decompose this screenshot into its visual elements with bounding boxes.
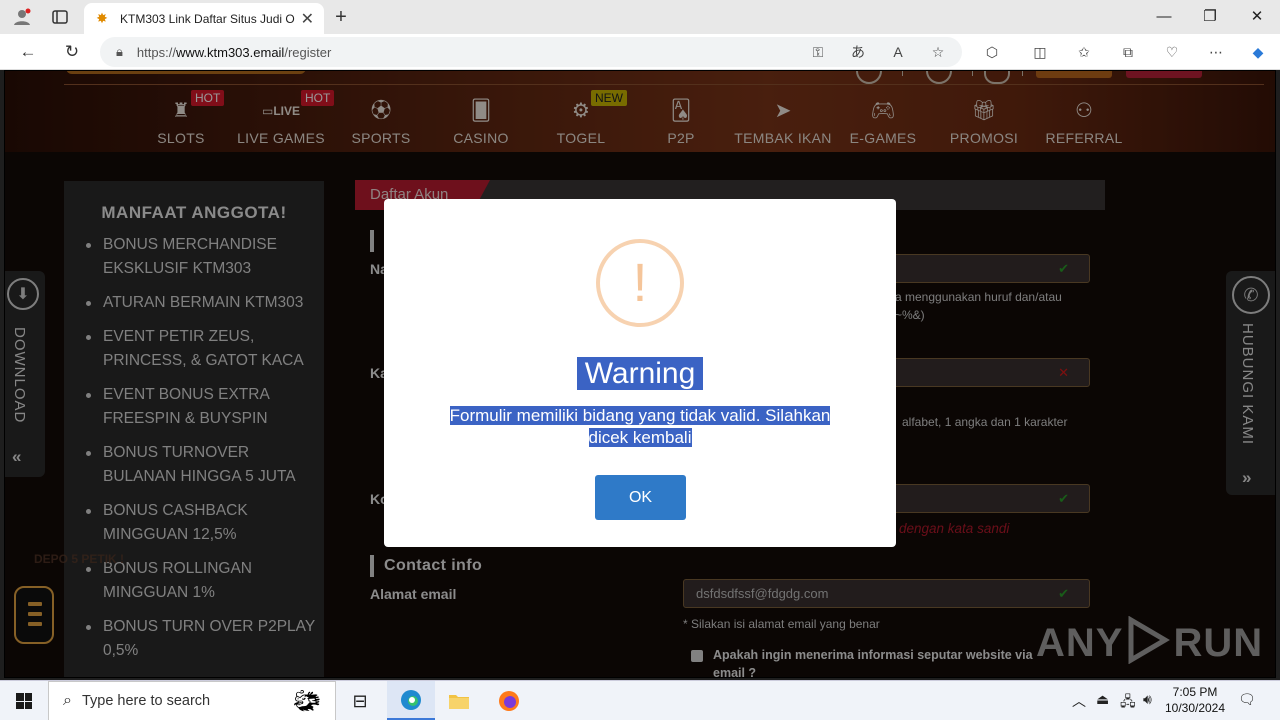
anyrun-watermark: ANY RUN bbox=[1036, 616, 1263, 666]
volume-icon[interactable]: 🔊︎ bbox=[1143, 691, 1152, 708]
new-tab-button[interactable]: + bbox=[327, 5, 355, 29]
split-screen-icon[interactable]: ◫ bbox=[1028, 40, 1052, 64]
tab-actions-icon[interactable] bbox=[46, 5, 74, 29]
clock-date: 10/30/2024 bbox=[1164, 701, 1226, 715]
dialog-message: Formulir memiliki bidang yang tidak vali… bbox=[449, 406, 831, 447]
lock-icon: 🔒︎ bbox=[116, 44, 123, 59]
dialog-title: Warning bbox=[384, 357, 896, 391]
address-bar[interactable]: 🔒︎ https://www.ktm303.email/register bbox=[100, 37, 962, 67]
profile-icon[interactable] bbox=[8, 5, 36, 29]
windows-logo-icon bbox=[16, 693, 32, 709]
warning-dialog: ! Warning Formulir memiliki bidang yang … bbox=[384, 199, 896, 547]
tab-title: KTM303 Link Daftar Situs Judi Online bbox=[120, 11, 295, 26]
task-view-icon[interactable]: ⊟ bbox=[336, 681, 384, 720]
read-aloud-icon[interactable]: A bbox=[886, 40, 910, 64]
system-clock[interactable]: 7:05 PM 10/30/2024 bbox=[1160, 684, 1230, 716]
favorite-star-icon[interactable]: ☆ bbox=[926, 40, 950, 64]
search-icon: ⌕ bbox=[63, 692, 72, 709]
site-favicon-icon: ✸ bbox=[96, 10, 108, 26]
back-arrow-icon[interactable]: ← bbox=[14, 39, 42, 65]
warning-icon: ! bbox=[596, 239, 684, 327]
firefox-icon[interactable] bbox=[485, 681, 533, 720]
ok-button[interactable]: OK bbox=[595, 475, 686, 520]
collections-icon[interactable]: ⧉ bbox=[1116, 40, 1140, 64]
web-page: ♜ SLOTS HOT ▭LIVE LIVE GAMES HOT ⚽︎ SPOR… bbox=[4, 70, 1276, 678]
file-explorer-icon[interactable] bbox=[435, 681, 483, 720]
notifications-icon[interactable]: 🗨︎ bbox=[1238, 691, 1256, 708]
clock-time: 7:05 PM bbox=[1172, 685, 1218, 699]
extensions-icon[interactable]: ⬡ bbox=[980, 40, 1004, 64]
browser-tabbar: ✸ KTM303 Link Daftar Situs Judi Online ✕… bbox=[0, 0, 1280, 34]
key-icon[interactable]: ⚿ bbox=[806, 40, 830, 64]
tray-chevron-icon[interactable]: ︿ bbox=[1072, 691, 1086, 711]
browser-tab-active[interactable]: ✸ KTM303 Link Daftar Situs Judi Online ✕ bbox=[84, 3, 324, 34]
search-highlight-icon: 🐲︎ bbox=[293, 688, 321, 713]
refresh-icon[interactable]: ↻ bbox=[58, 39, 86, 65]
windows-taskbar: ⌕ Type here to search 🐲︎ ⊟ ︿ ⏏ 🖧︎ 🔊︎ 7:0… bbox=[0, 680, 1280, 720]
copilot-icon[interactable]: ◆ bbox=[1246, 40, 1270, 64]
more-menu-icon[interactable]: ⋯ bbox=[1204, 40, 1228, 64]
minimize-button[interactable]: — bbox=[1141, 0, 1187, 32]
search-placeholder: Type here to search bbox=[81, 693, 211, 709]
edge-taskbar-icon[interactable] bbox=[387, 681, 435, 720]
network-icon[interactable]: 🖧︎ bbox=[1120, 691, 1136, 715]
url-text: https://www.ktm303.email/register bbox=[136, 44, 332, 60]
close-window-button[interactable]: ✕ bbox=[1234, 0, 1280, 32]
start-button[interactable] bbox=[0, 681, 48, 720]
play-logo-icon bbox=[1128, 616, 1171, 664]
performance-icon[interactable]: ♡ bbox=[1160, 40, 1184, 64]
maximize-button[interactable]: ❐ bbox=[1187, 0, 1233, 32]
favorites-icon[interactable]: ✩ bbox=[1072, 40, 1096, 64]
browser-toolbar: ← ↻ 🔒︎ https://www.ktm303.email/register… bbox=[0, 34, 1280, 70]
usb-icon[interactable]: ⏏ bbox=[1096, 691, 1109, 708]
translate-icon[interactable]: あ bbox=[846, 40, 870, 64]
taskbar-search[interactable]: ⌕ Type here to search 🐲︎ bbox=[48, 681, 336, 720]
tab-close-icon[interactable]: ✕ bbox=[301, 9, 314, 29]
